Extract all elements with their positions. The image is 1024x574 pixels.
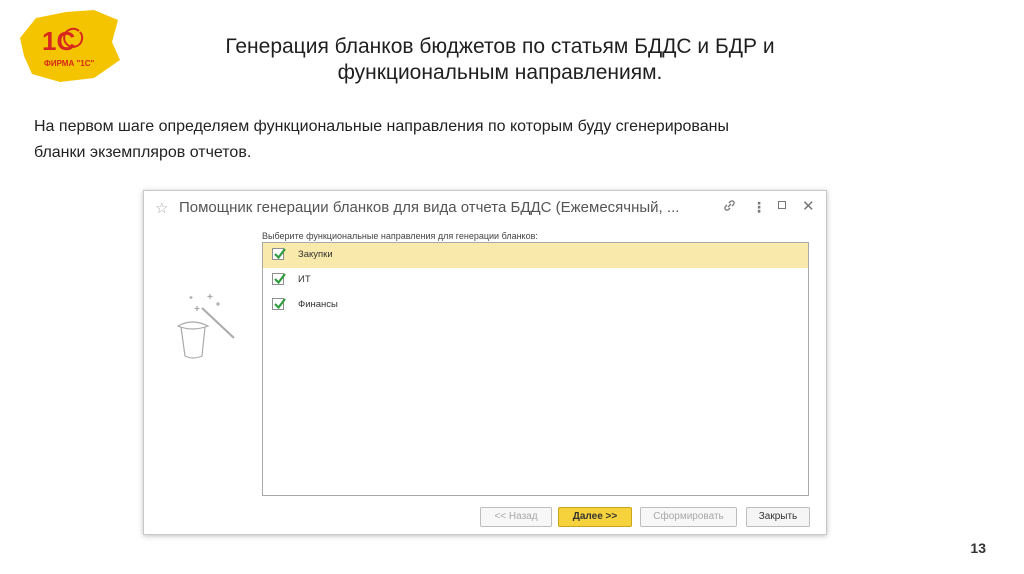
list-item-it[interactable]: ИТ <box>263 268 808 293</box>
list-item-label: Закупки <box>298 249 333 260</box>
link-icon[interactable] <box>723 199 736 215</box>
wizard-window: ☆ Помощник генерации бланков для вида от… <box>143 190 827 535</box>
next-button[interactable]: Далее >> <box>558 507 632 527</box>
slide-title-line1: Генерация бланков бюджетов по статьям БД… <box>225 35 775 58</box>
list-item-label: ИТ <box>298 274 311 285</box>
list-item-finansy[interactable]: Финансы <box>263 293 808 318</box>
company-logo: 1С ФИРМА "1С" <box>14 8 126 86</box>
slide-description: На первом шаге определяем функциональные… <box>34 114 994 166</box>
slide-title: Генерация бланков бюджетов по статьям БД… <box>150 34 850 86</box>
star-icon[interactable]: ☆ <box>155 199 168 217</box>
slide-title-line2: функциональным направлениям. <box>337 61 663 84</box>
directions-list: Закупки ИТ Финансы <box>262 242 809 496</box>
window-titlebar: ☆ Помощник генерации бланков для вида от… <box>144 191 826 225</box>
prompt-label: Выберите функциональные направления для … <box>262 231 538 241</box>
svg-text:1С: 1С <box>42 26 75 56</box>
close-icon[interactable]: ✕ <box>802 197 815 215</box>
magic-hat-icon <box>176 294 235 359</box>
slide-text-line2: бланки экземпляров отчетов. <box>34 144 252 161</box>
list-item-zakupki[interactable]: Закупки <box>263 243 808 268</box>
checkbox[interactable] <box>272 298 286 310</box>
checkbox[interactable] <box>272 273 286 285</box>
list-item-label: Финансы <box>298 299 338 310</box>
page-number: 13 <box>970 540 986 556</box>
back-button[interactable]: << Назад <box>480 507 552 527</box>
maximize-icon[interactable] <box>778 201 786 209</box>
close-button[interactable]: Закрыть <box>746 507 810 527</box>
window-title: Помощник генерации бланков для вида отче… <box>179 199 680 216</box>
checkbox[interactable] <box>272 248 286 260</box>
more-icon[interactable]: ⋮ <box>752 199 766 216</box>
svg-text:ФИРМА "1С": ФИРМА "1С" <box>44 59 94 68</box>
generate-button[interactable]: Сформировать <box>640 507 737 527</box>
slide-text-line1: На первом шаге определяем функциональные… <box>34 118 729 135</box>
